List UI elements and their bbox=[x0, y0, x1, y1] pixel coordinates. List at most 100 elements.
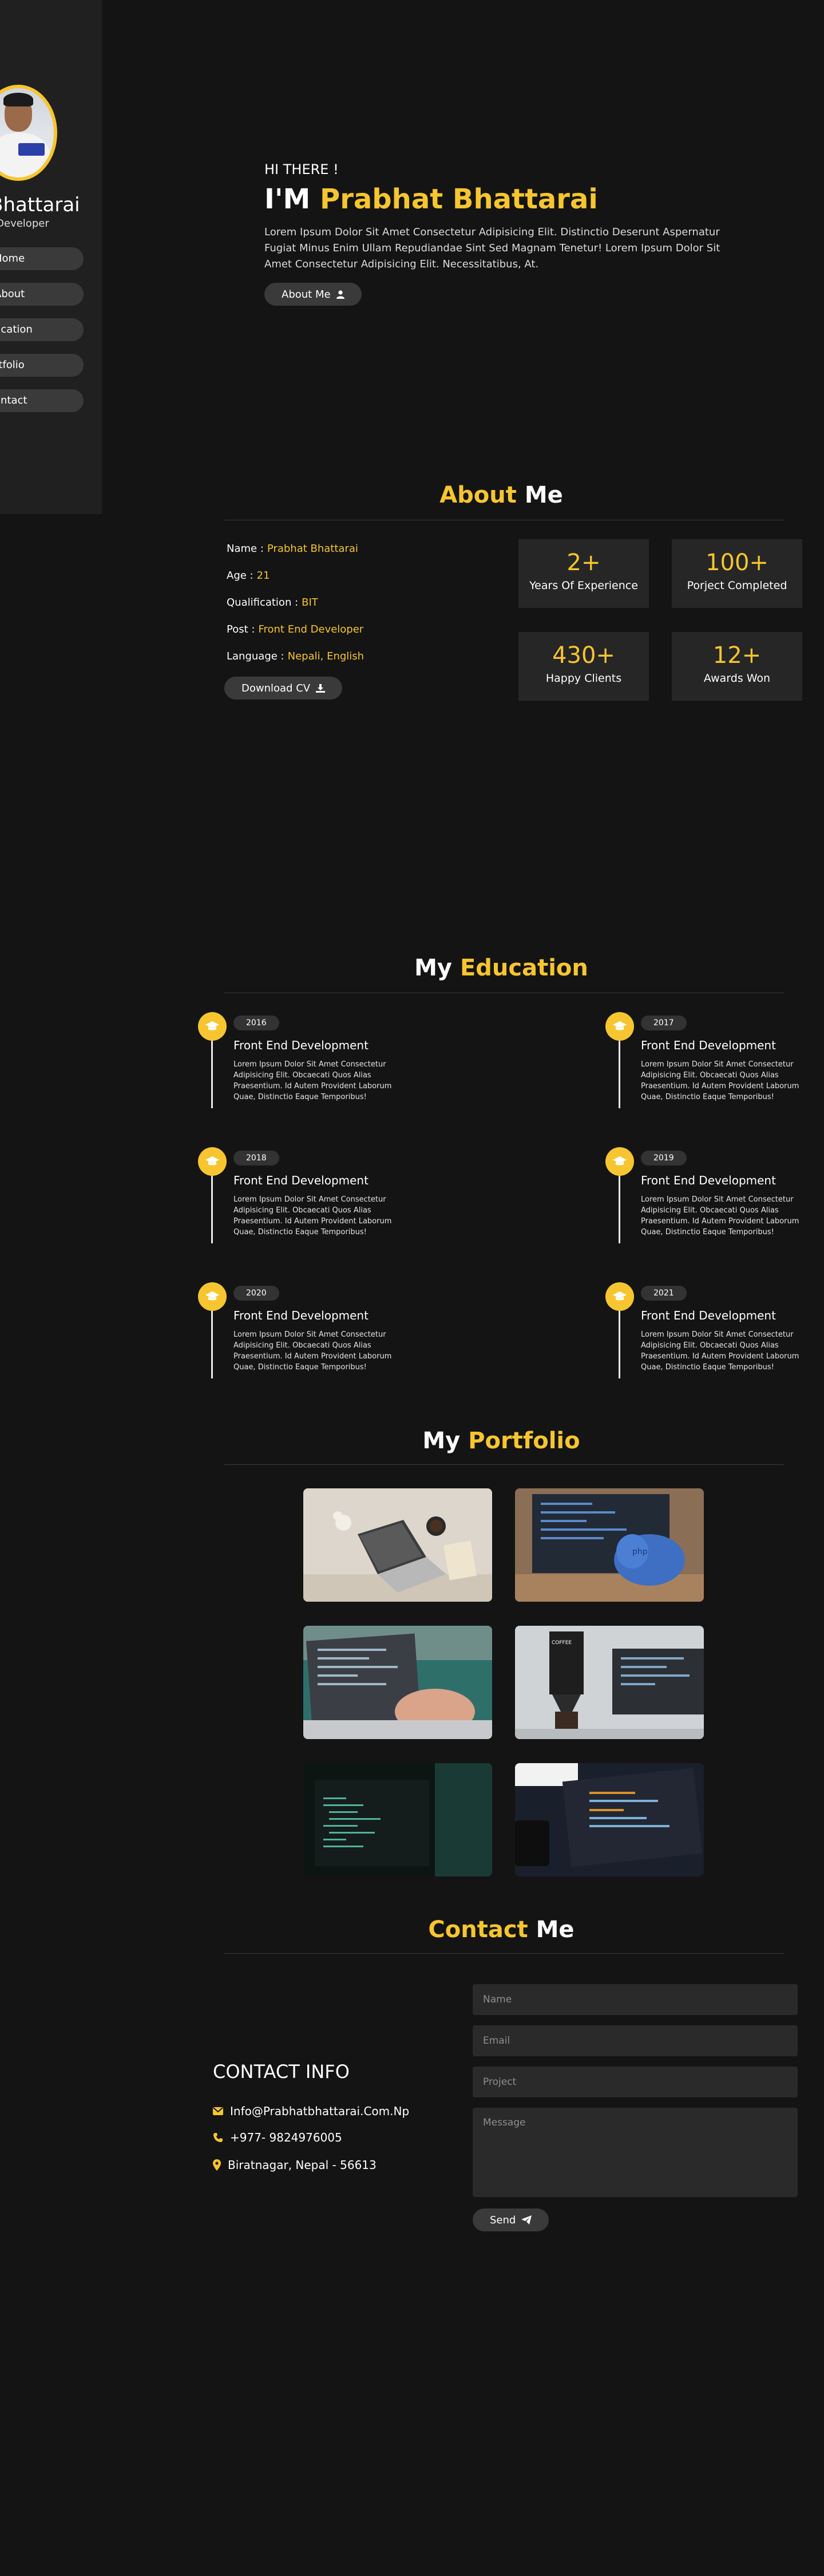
portfolio-image-dark-code[interactable] bbox=[303, 1763, 492, 1876]
info-label: Language : bbox=[227, 650, 284, 662]
info-value: Prabhat Bhattarai bbox=[267, 543, 358, 555]
stat-number: 430+ bbox=[552, 642, 615, 669]
education-title-rest: My bbox=[414, 955, 452, 981]
graduation-cap-icon bbox=[605, 1282, 634, 1311]
paper-plane-icon bbox=[521, 2215, 532, 2225]
info-value: Nepali, English bbox=[287, 650, 365, 662]
portfolio-title-rest: My bbox=[422, 1428, 461, 1454]
download-cv-label: Download CV bbox=[241, 682, 311, 694]
education-title-text: Front End Development bbox=[641, 1038, 776, 1052]
stat-card: 430+ Happy Clients bbox=[518, 632, 649, 701]
contact-info-heading: CONTACT INFO bbox=[213, 2061, 350, 2083]
portfolio-image-coding-laptop[interactable] bbox=[303, 1626, 492, 1739]
email-field[interactable] bbox=[473, 2025, 798, 2056]
info-value: Front End Developer bbox=[258, 623, 364, 635]
education-year: 2018 bbox=[233, 1151, 279, 1165]
phone-icon bbox=[213, 2133, 223, 2142]
education-desc: Lorem Ipsum Dolor Sit Amet Consectetur A… bbox=[641, 1060, 799, 1101]
contact-title-rest: Me bbox=[536, 1917, 575, 1943]
contact-phone-text: +977- 9824976005 bbox=[230, 2131, 342, 2144]
contact-title: Contact Me bbox=[217, 1917, 785, 1943]
info-label: Age : bbox=[227, 570, 253, 582]
about-title: About Me bbox=[217, 482, 785, 508]
info-label: Qualification : bbox=[227, 596, 299, 609]
portfolio-image-monitor-mug[interactable] bbox=[515, 1763, 704, 1876]
nav-contact[interactable]: ontact bbox=[0, 389, 84, 412]
svg-text:COFFEE: COFFEE bbox=[552, 1640, 572, 1646]
envelope-icon bbox=[213, 2107, 223, 2115]
project-field[interactable] bbox=[473, 2067, 798, 2097]
info-value: 21 bbox=[256, 570, 270, 582]
education-desc: Lorem Ipsum Dolor Sit Amet Consectetur A… bbox=[233, 1330, 392, 1372]
timeline-line bbox=[619, 1176, 620, 1243]
nav-home[interactable]: Home bbox=[0, 247, 84, 270]
education-title-accent: Education bbox=[459, 955, 588, 981]
contact-title-accent: Contact bbox=[428, 1917, 528, 1943]
portfolio-title-accent: Portfolio bbox=[468, 1428, 580, 1454]
education-title-text: Front End Development bbox=[641, 1174, 776, 1187]
education-year: 2016 bbox=[233, 1016, 279, 1030]
education-title-text: Front End Development bbox=[233, 1309, 369, 1322]
stat-card: 100+ Porject Completed bbox=[672, 539, 802, 608]
graduation-cap-icon bbox=[605, 1147, 634, 1176]
timeline-line bbox=[211, 1041, 213, 1108]
sidebar: t Bhattarai d Developer Home About ucati… bbox=[0, 0, 102, 514]
nav-about[interactable]: About bbox=[0, 283, 84, 306]
about-title-accent: About bbox=[439, 482, 517, 508]
avatar bbox=[0, 85, 57, 181]
info-row: Age :21 bbox=[227, 570, 364, 596]
education-title-text: Front End Development bbox=[233, 1174, 369, 1187]
nav-education[interactable]: ucation bbox=[0, 318, 84, 341]
info-row: Language : Nepali, English bbox=[227, 650, 364, 677]
education-year: 2020 bbox=[233, 1286, 279, 1301]
portfolio-divider bbox=[224, 1464, 784, 1465]
portfolio-image-laptop-desk[interactable] bbox=[303, 1488, 492, 1602]
about-me-button[interactable]: About Me bbox=[264, 283, 362, 306]
message-field[interactable] bbox=[473, 2108, 798, 2197]
svg-text:php: php bbox=[632, 1547, 648, 1556]
hero-description: Lorem Ipsum Dolor Sit Amet Consectetur A… bbox=[264, 226, 720, 270]
education-desc: Lorem Ipsum Dolor Sit Amet Consectetur A… bbox=[233, 1195, 392, 1236]
sidebar-role: d Developer bbox=[0, 218, 49, 230]
portfolio-image-php-elephant[interactable]: php bbox=[515, 1488, 704, 1602]
education-year: 2017 bbox=[641, 1016, 687, 1030]
stat-label: Years Of Experience bbox=[529, 579, 638, 592]
download-cv-button[interactable]: Download CV bbox=[224, 677, 343, 700]
timeline-line bbox=[619, 1311, 620, 1378]
info-label: Post : bbox=[227, 623, 255, 635]
info-row: Post : Front End Developer bbox=[227, 623, 364, 650]
education-desc: Lorem Ipsum Dolor Sit Amet Consectetur A… bbox=[233, 1060, 392, 1101]
graduation-cap-icon bbox=[198, 1282, 227, 1311]
stat-label: Porject Completed bbox=[687, 579, 787, 592]
graduation-cap-icon bbox=[198, 1147, 227, 1176]
info-row: Qualification : BIT bbox=[227, 596, 364, 623]
hero-title-prefix: I'M bbox=[264, 183, 311, 215]
education-desc: Lorem Ipsum Dolor Sit Amet Consectetur A… bbox=[641, 1195, 799, 1236]
nav-portfolio[interactable]: rtfolio bbox=[0, 354, 84, 377]
about-me-button-label: About Me bbox=[282, 288, 331, 301]
education-year: 2021 bbox=[641, 1286, 687, 1301]
download-icon bbox=[316, 683, 326, 693]
graduation-cap-icon bbox=[198, 1012, 227, 1041]
hero-title-name: Prabhat Bhattarai bbox=[320, 183, 598, 215]
name-field[interactable] bbox=[473, 1984, 798, 2015]
about-title-rest: Me bbox=[524, 482, 563, 508]
education-title-text: Front End Development bbox=[641, 1309, 776, 1322]
stat-card: 2+ Years Of Experience bbox=[518, 539, 649, 608]
stat-label: Happy Clients bbox=[545, 672, 622, 685]
portfolio-image-coffee-laptop[interactable]: COFFEE bbox=[515, 1626, 704, 1739]
stat-number: 12+ bbox=[712, 642, 762, 669]
stat-label: Awards Won bbox=[703, 672, 771, 685]
send-button[interactable]: Send bbox=[473, 2208, 549, 2231]
info-row: Name : Prabhat Bhattarai bbox=[227, 543, 364, 570]
info-value: BIT bbox=[302, 596, 318, 609]
graduation-cap-icon bbox=[605, 1012, 634, 1041]
portfolio-title: My Portfolio bbox=[217, 1428, 785, 1454]
sidebar-nav: Home About ucation rtfolio ontact bbox=[0, 247, 84, 425]
map-marker-icon bbox=[213, 2159, 221, 2171]
contact-address: Biratnagar, Nepal - 56613 bbox=[213, 2158, 377, 2172]
about-info-list: Name : Prabhat Bhattarai Age :21 Qualific… bbox=[227, 543, 364, 677]
contact-email: Info@Prabhatbhattarai.Com.Np bbox=[213, 2104, 409, 2118]
education-desc: Lorem Ipsum Dolor Sit Amet Consectetur A… bbox=[641, 1330, 799, 1372]
timeline-line bbox=[211, 1311, 213, 1378]
